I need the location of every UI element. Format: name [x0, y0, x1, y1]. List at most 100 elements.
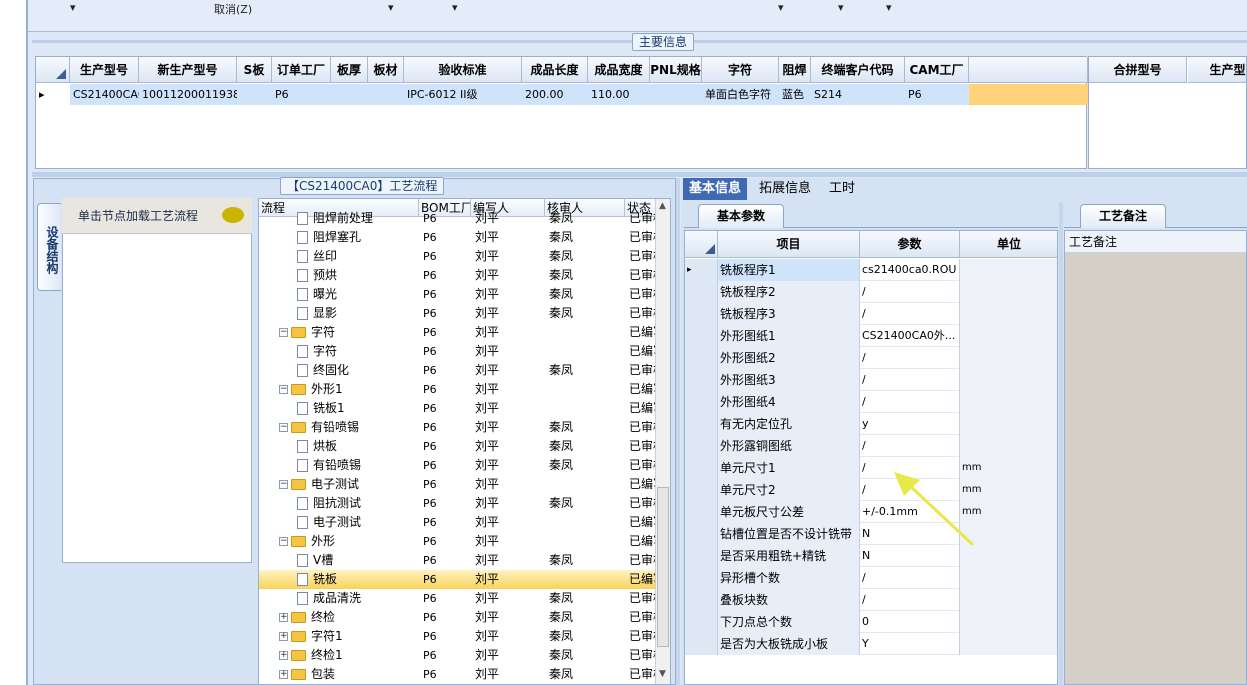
param-value[interactable]: y: [860, 413, 960, 435]
param-value[interactable]: /: [860, 347, 960, 369]
param-value[interactable]: /: [860, 589, 960, 611]
param-value[interactable]: /: [860, 369, 960, 391]
param-row[interactable]: 是否为大板铣成小板 Y: [685, 633, 1057, 655]
table-cell[interactable]: 单面白色字符: [702, 84, 779, 105]
column-header[interactable]: PNL规格: [650, 57, 702, 83]
vertical-splitter[interactable]: [1059, 202, 1063, 685]
param-value[interactable]: Y: [860, 633, 960, 655]
column-header[interactable]: 成品宽度: [588, 57, 650, 83]
dropdown-arrow-icon[interactable]: ▾: [70, 1, 76, 14]
tree-row[interactable]: + 包装 P6 刘平 秦凤 已审核: [259, 665, 657, 684]
table-cell[interactable]: [237, 84, 272, 105]
param-value[interactable]: /: [860, 281, 960, 303]
param-row[interactable]: 单元板尺寸公差 +/-0.1mm mm: [685, 501, 1057, 523]
table-cell[interactable]: [650, 84, 702, 105]
cancel-button[interactable]: 取消(Z): [214, 1, 252, 17]
table-cell[interactable]: P6: [905, 84, 969, 105]
tree-scrollbar[interactable]: ▲ ▼: [655, 199, 670, 684]
param-row[interactable]: 是否采用粗铣+精铣 N: [685, 545, 1057, 567]
vertical-splitter[interactable]: [676, 178, 680, 685]
column-header[interactable]: 生产型: [1188, 57, 1246, 83]
expand-icon[interactable]: +: [279, 613, 288, 622]
table-cell[interactable]: [368, 84, 404, 105]
tree-row[interactable]: 阻抗测试 P6 刘平 秦凤 已审核: [259, 494, 657, 513]
tree-row[interactable]: 烘板 P6 刘平 秦凤 已审核: [259, 437, 657, 456]
collapse-icon[interactable]: −: [279, 385, 288, 394]
collapse-icon[interactable]: −: [279, 423, 288, 432]
tree-row[interactable]: + 终检1 P6 刘平 秦凤 已审核: [259, 646, 657, 665]
tab-equipment-structure[interactable]: 设备结构: [37, 203, 61, 291]
collapse-icon[interactable]: −: [279, 537, 288, 546]
expand-icon[interactable]: +: [279, 632, 288, 641]
column-header[interactable]: 字符: [702, 57, 779, 83]
dropdown-arrow-icon[interactable]: ▾: [452, 1, 458, 14]
param-row[interactable]: 单元尺寸2/mm: [685, 479, 1057, 501]
param-value[interactable]: 0: [860, 611, 960, 633]
tree-row[interactable]: 预烘 P6 刘平 秦凤 已审核: [259, 266, 657, 285]
param-row[interactable]: 单元尺寸1/mm: [685, 457, 1057, 479]
column-header[interactable]: 项目: [718, 231, 860, 258]
dropdown-arrow-icon[interactable]: ▾: [838, 1, 844, 14]
tree-row[interactable]: − 外形 P6 刘平 已编写: [259, 532, 657, 551]
memo-title[interactable]: 工艺备注: [1080, 204, 1166, 228]
expand-icon[interactable]: +: [279, 651, 288, 660]
basic-params-title[interactable]: 基本参数: [698, 204, 784, 228]
tree-row[interactable]: − 有铅喷锡 P6 刘平 秦凤 已审核: [259, 418, 657, 437]
tree-row[interactable]: 终固化 P6 刘平 秦凤 已审核: [259, 361, 657, 380]
table-cell[interactable]: CS21400CA0: [70, 84, 139, 105]
tree-row[interactable]: − 电子测试 P6 刘平 已编写: [259, 475, 657, 494]
dropdown-arrow-icon[interactable]: ▾: [388, 1, 394, 14]
column-header[interactable]: 订单工厂: [272, 57, 331, 83]
tree-row[interactable]: − 外形1 P6 刘平 已编写: [259, 380, 657, 399]
tree-row[interactable]: 阻焊前处理 P6 刘平 秦凤 已审核: [259, 209, 657, 228]
param-row[interactable]: 异形槽个数 /: [685, 567, 1057, 589]
param-row[interactable]: ▸ 铣板程序1 cs21400ca0.ROU: [685, 259, 1057, 281]
collapse-icon[interactable]: −: [279, 480, 288, 489]
collapse-icon[interactable]: −: [279, 328, 288, 337]
tree-row[interactable]: 有铅喷锡 P6 刘平 秦凤 已审核: [259, 456, 657, 475]
tab-basic-info[interactable]: 基本信息: [683, 178, 748, 200]
column-header[interactable]: 新生产型号: [139, 57, 237, 83]
tree-row[interactable]: 显影 P6 刘平 秦凤 已审核: [259, 304, 657, 323]
scroll-down-icon[interactable]: ▼: [659, 669, 666, 679]
scroll-up-icon[interactable]: ▲: [659, 201, 666, 211]
tree-row[interactable]: 阻焊塞孔 P6 刘平 秦凤 已审核: [259, 228, 657, 247]
tree-row[interactable]: 铣板1 P6 刘平 已编写: [259, 399, 657, 418]
dropdown-arrow-icon[interactable]: ▾: [778, 1, 784, 14]
param-row[interactable]: 铣板程序3/: [685, 303, 1057, 325]
horizontal-splitter[interactable]: [32, 172, 1247, 177]
tree-row[interactable]: + 终检 P6 刘平 秦凤 已审核: [259, 608, 657, 627]
column-header[interactable]: 终端客户代码: [811, 57, 905, 83]
param-row[interactable]: 外形图纸3/: [685, 369, 1057, 391]
column-header[interactable]: 板厚: [331, 57, 368, 83]
table-cell[interactable]: S214: [811, 84, 905, 105]
tree-row[interactable]: − 字符 P6 刘平 已编写: [259, 323, 657, 342]
column-header[interactable]: 生产型号: [70, 57, 139, 83]
tab-work-hours[interactable]: 工时: [823, 178, 861, 200]
param-value[interactable]: cs21400ca0.ROU: [860, 259, 960, 281]
table-cell[interactable]: 蓝色: [779, 84, 811, 105]
table-cell[interactable]: [331, 84, 368, 105]
tree-row[interactable]: 丝印 P6 刘平 秦凤 已审核: [259, 247, 657, 266]
column-header[interactable]: 阻焊: [779, 57, 811, 83]
param-row[interactable]: 叠板块数 /: [685, 589, 1057, 611]
column-header[interactable]: 参数: [860, 231, 960, 258]
param-value[interactable]: /: [860, 435, 960, 457]
table-cell[interactable]: [969, 84, 1088, 105]
column-header[interactable]: 板材: [368, 57, 404, 83]
column-header[interactable]: 合拼型号: [1089, 57, 1187, 83]
column-header[interactable]: 成品长度: [522, 57, 588, 83]
table-cell[interactable]: 10011200011938: [139, 84, 237, 105]
param-row[interactable]: 有无内定位孔 y: [685, 413, 1057, 435]
scroll-thumb[interactable]: [657, 487, 669, 647]
param-value[interactable]: /: [860, 391, 960, 413]
tree-row[interactable]: 字符 P6 刘平 已编写: [259, 342, 657, 361]
column-header[interactable]: 验收标准: [404, 57, 522, 83]
param-row[interactable]: 铣板程序2/: [685, 281, 1057, 303]
tree-row[interactable]: + 字符1 P6 刘平 秦凤 已审核: [259, 627, 657, 646]
param-value[interactable]: /: [860, 567, 960, 589]
table-cell[interactable]: P6: [272, 84, 331, 105]
tree-row[interactable]: V槽 P6 刘平 秦凤 已审核: [259, 551, 657, 570]
table-cell[interactable]: 200.00: [522, 84, 588, 105]
column-header[interactable]: CAM工厂: [905, 57, 969, 83]
